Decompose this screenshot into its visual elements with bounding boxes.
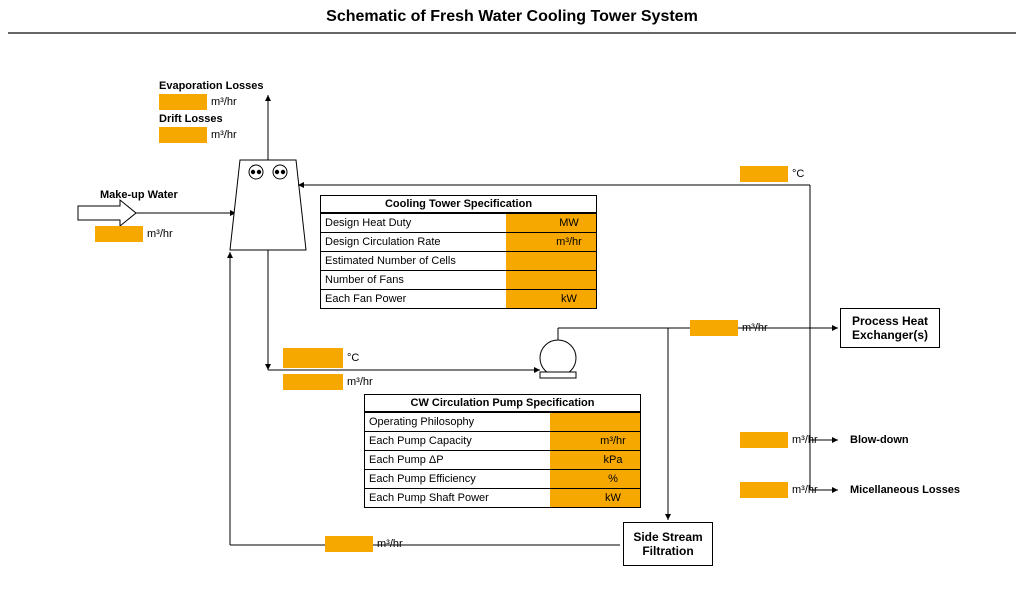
return-temp-value (740, 166, 788, 182)
to-hx-flow-value (690, 320, 738, 336)
cooling-tower-spec-title: Cooling Tower Specification (321, 196, 596, 213)
makeup-water-unit: m³/hr (147, 226, 173, 242)
return-temp-unit: °C (792, 166, 804, 182)
table-row: Design Circulation Ratem³/hr (321, 233, 596, 252)
tower-out-temp-unit: °C (347, 350, 359, 366)
process-hx-label: Process Heat Exchanger(s) (845, 314, 935, 342)
drift-losses-value (159, 127, 207, 143)
blowdown-label: Blow-down (850, 434, 909, 446)
pump-icon (540, 340, 576, 378)
side-stream-box: Side Stream Filtration (623, 522, 713, 566)
evap-losses-value (159, 94, 207, 110)
filtration-return-value (325, 536, 373, 552)
makeup-arrow-icon (78, 200, 136, 226)
blowdown-value (740, 432, 788, 448)
table-row: Operating Philosophy (365, 413, 640, 432)
cooling-tower-icon (230, 160, 306, 250)
blowdown-unit: m³/hr (792, 432, 818, 448)
diagram-canvas: Schematic of Fresh Water Cooling Tower S… (0, 0, 1024, 608)
drift-losses-unit: m³/hr (211, 127, 237, 143)
table-row: Each Pump ΔPkPa (365, 451, 640, 470)
table-row: Each Pump Shaft PowerkW (365, 489, 640, 508)
evap-losses-label: Evaporation Losses (159, 80, 264, 92)
diagram-title: Schematic of Fresh Water Cooling Tower S… (0, 8, 1024, 26)
table-row: Each Pump Efficiency% (365, 470, 640, 489)
evap-losses-unit: m³/hr (211, 94, 237, 110)
misc-losses-value (740, 482, 788, 498)
cw-pump-spec-title: CW Circulation Pump Specification (365, 395, 640, 412)
filtration-return-unit: m³/hr (377, 536, 403, 552)
to-hx-flow-unit: m³/hr (742, 320, 768, 336)
table-row: Each Pump Capacitym³/hr (365, 432, 640, 451)
table-row: Each Fan PowerkW (321, 290, 596, 309)
cw-pump-spec-table: CW Circulation Pump Specification Operat… (364, 394, 641, 508)
misc-losses-unit: m³/hr (792, 482, 818, 498)
makeup-water-label: Make-up Water (100, 189, 178, 201)
table-row: Design Heat DutyMW (321, 214, 596, 233)
title-divider (8, 32, 1016, 34)
cooling-tower-spec-table: Cooling Tower Specification Design Heat … (320, 195, 597, 309)
makeup-water-value (95, 226, 143, 242)
drift-losses-label: Drift Losses (159, 113, 223, 125)
table-row: Estimated Number of Cells (321, 252, 596, 271)
misc-losses-label: Micellaneous Losses (850, 484, 960, 496)
tower-out-temp-value (283, 348, 343, 368)
table-row: Number of Fans (321, 271, 596, 290)
process-hx-box: Process Heat Exchanger(s) (840, 308, 940, 348)
side-stream-label: Side Stream Filtration (628, 530, 708, 558)
tower-out-flow-value (283, 374, 343, 390)
tower-out-flow-unit: m³/hr (347, 374, 373, 390)
